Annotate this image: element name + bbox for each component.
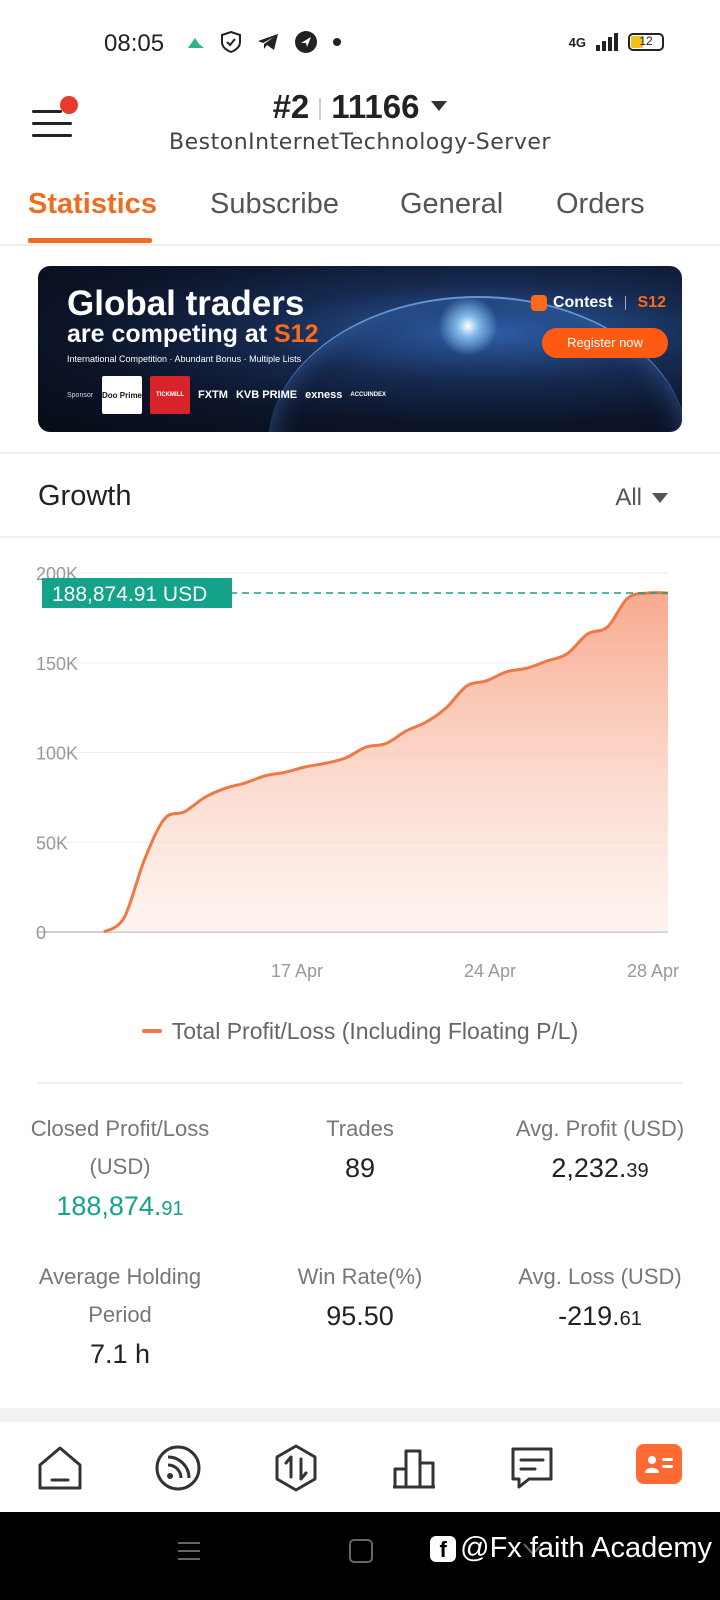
x-tick-label: 28 Apr [627, 961, 679, 981]
facebook-icon: f [430, 1535, 457, 1562]
network-label: 4G [568, 34, 586, 50]
account-number: 11166 [331, 88, 420, 125]
app-icon [188, 38, 204, 48]
signal-icon [596, 33, 618, 51]
telegram-icon [258, 34, 278, 50]
sponsor-doo-prime: Doo Prime [102, 376, 142, 414]
nav-home[interactable] [34, 1442, 86, 1494]
sponsor-tickmill: TICKMILL [150, 376, 190, 414]
contest-label: Contest S12 [530, 294, 666, 312]
growth-chart: 200K150K100K50K0188,874.91 USD17 Apr 24 A… [36, 564, 679, 981]
stat-win-rate: Win Rate(%) 95.50 [240, 1258, 480, 1336]
y-tick-label: 50K [36, 833, 68, 853]
status-icons-right: 4G 12 [569, 32, 664, 52]
growth-title: Growth [38, 480, 132, 512]
server-name: BestonInternetTechnology-Server [169, 130, 551, 155]
menu-icon [178, 1542, 200, 1560]
x-tick-label: 17 Apr [271, 961, 323, 981]
range-dropdown[interactable]: All [615, 484, 668, 512]
stat-closed-pl: Closed Profit/Loss (USD) 188,874.91 [0, 1110, 240, 1229]
stat-avg-holding: Average Holding Period 7.1 h [0, 1258, 240, 1374]
avg-profit-label: Avg. Profit (USD) [515, 1116, 685, 1141]
home-system-button[interactable] [348, 1538, 374, 1569]
nav-trade[interactable] [270, 1442, 322, 1494]
current-value-label: 188,874.91 USD [52, 583, 207, 606]
chart-legend: Total Profit/Loss (Including Floating P/… [0, 1018, 720, 1045]
active-tab-indicator [28, 238, 152, 243]
sponsor-fxtm: FXTM [198, 389, 228, 401]
nav-profile[interactable] [636, 1444, 682, 1484]
trades-label: Trades [326, 1116, 394, 1141]
closed-pl-label: Closed Profit/Loss (USD) [30, 1116, 210, 1179]
sponsor-exness: exness [305, 389, 343, 401]
stat-avg-loss: Avg. Loss (USD) -219.61 [480, 1258, 720, 1339]
shield-icon [221, 30, 241, 54]
trades-value: 89 [344, 1153, 376, 1183]
status-bar: 08:05 4G 12 [0, 0, 720, 88]
battery-level: 12 [639, 34, 653, 48]
avg-holding-label: Average Holding Period [38, 1264, 202, 1327]
account-rank: #2 [272, 88, 310, 125]
tab-general[interactable]: General [400, 188, 503, 221]
bottom-nav [0, 1422, 720, 1512]
sponsor-label: Sponsor [67, 392, 94, 399]
sponsor-kvb: KVB PRIME [235, 389, 298, 401]
legend-swatch [141, 1028, 162, 1033]
home-icon [38, 1446, 82, 1490]
stat-trades: Trades 89 [240, 1110, 480, 1188]
banner-subheadline: are competing at S12 [67, 320, 319, 348]
watermark: f @Fx faith Academy [430, 1532, 712, 1565]
square-icon [349, 1539, 373, 1563]
sponsor-logos: Doo Prime TICKMILL FXTM KVB PRIME exness… [102, 376, 386, 414]
tab-statistics[interactable]: Statistics [28, 188, 157, 221]
caret-down-icon [652, 493, 668, 503]
recent-apps-button[interactable] [176, 1538, 202, 1569]
banner-tagline: International Competition · Abundant Bon… [67, 354, 302, 364]
tab-subscribe[interactable]: Subscribe [210, 188, 339, 221]
contest-banner[interactable]: Global traders are competing at S12 Inte… [38, 266, 682, 432]
messages-icon [511, 1447, 553, 1489]
win-rate-value: 95.50 [326, 1301, 394, 1331]
range-value: All [615, 484, 642, 511]
tab-bar: Statistics Subscribe General Orders [0, 180, 720, 246]
closed-pl-value: 188,874.91 [56, 1191, 184, 1221]
dot-icon [333, 38, 341, 46]
x-tick-label: 24 Apr [464, 961, 516, 981]
sponsor-accuindex: ACCUINDEX [350, 392, 387, 398]
system-nav-bar: f @Fx faith Academy [0, 1512, 720, 1600]
avg-loss-label: Avg. Loss (USD) [518, 1264, 682, 1289]
avg-loss-value: -219.61 [558, 1301, 642, 1331]
status-time: 08:05 [104, 30, 165, 57]
nav-feed[interactable] [152, 1442, 204, 1494]
account-selector[interactable]: #2 11166 [0, 88, 720, 126]
feed-icon [155, 1445, 201, 1491]
battery-icon: 12 [628, 33, 664, 51]
app-circle-icon [295, 31, 317, 53]
stat-avg-profit: Avg. Profit (USD) 2,232.39 [480, 1110, 720, 1191]
status-icons-left [186, 30, 342, 54]
chart-icon [393, 1449, 435, 1489]
caret-down-icon [431, 101, 448, 112]
trade-icon [275, 1444, 317, 1492]
y-tick-label: 0 [36, 923, 46, 943]
win-rate-label: Win Rate(%) [297, 1264, 423, 1289]
legend-label: Total Profit/Loss (Including Floating P/… [171, 1018, 579, 1044]
nav-messages[interactable] [506, 1442, 558, 1494]
profit-area [104, 592, 668, 932]
avg-holding-value: 7.1 h [89, 1339, 151, 1369]
avg-profit-value: 2,232.39 [551, 1153, 649, 1183]
profile-icon [645, 1456, 673, 1473]
nav-rankings[interactable] [388, 1442, 440, 1494]
account-header: #2 11166 BestonInternetTechnology-Server [0, 88, 720, 168]
banner-headline: Global traders [67, 284, 305, 323]
y-tick-label: 100K [36, 744, 78, 764]
register-now-button[interactable]: Register now [542, 328, 668, 358]
contest-icon [530, 295, 547, 311]
y-tick-label: 150K [36, 654, 78, 674]
watermark-text: @Fx faith Academy [460, 1532, 712, 1564]
tab-orders[interactable]: Orders [556, 188, 645, 221]
